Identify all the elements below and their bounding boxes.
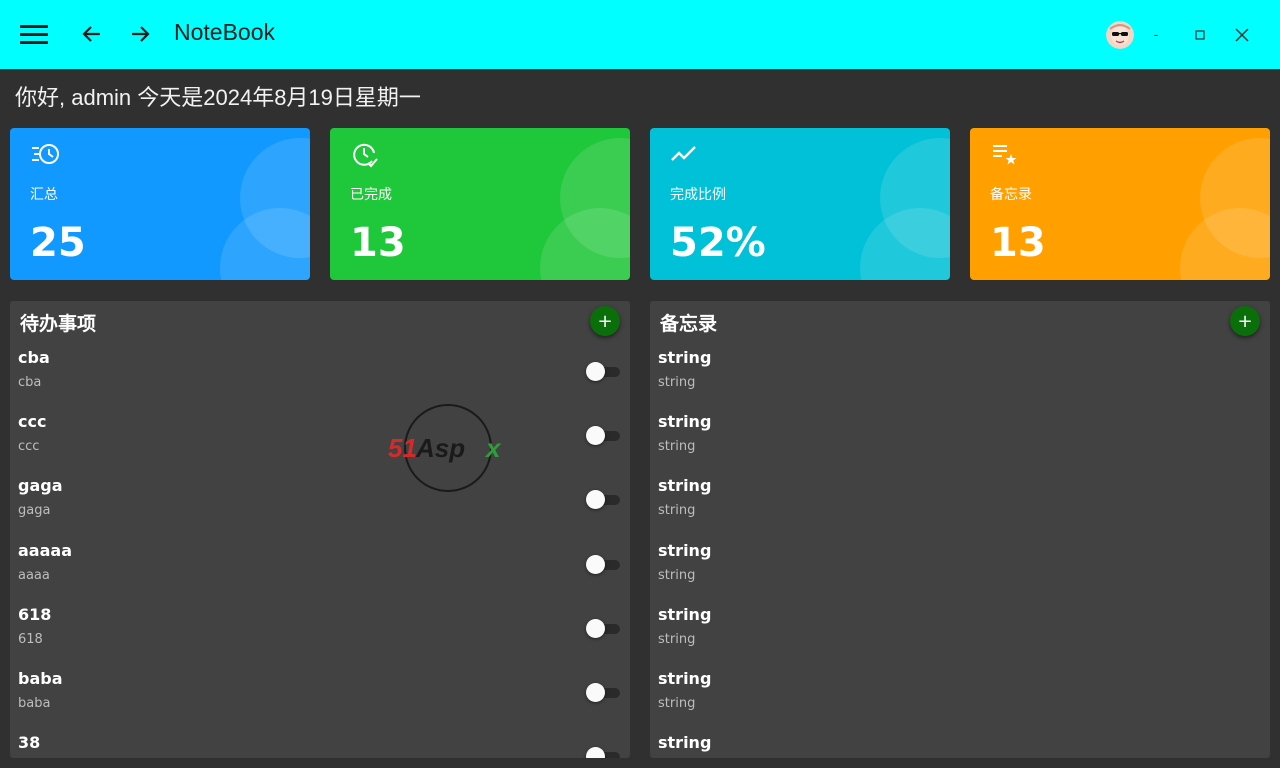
memo-item[interactable]: string string <box>650 348 1270 412</box>
app-title: NoteBook <box>174 19 276 45</box>
todo-content: ccc <box>18 439 40 455</box>
todo-item[interactable]: 618 618 <box>10 605 630 669</box>
todo-title: aaaaa <box>18 540 72 560</box>
todo-item[interactable]: ccc ccc <box>10 412 630 476</box>
todo-title: 38 <box>18 733 41 753</box>
maximize-button[interactable] <box>1185 20 1215 50</box>
todo-title: cba <box>18 348 50 367</box>
memo-item[interactable]: string string <box>650 412 1270 476</box>
todo-title: 618 <box>18 604 52 624</box>
stat-card-total[interactable]: 汇总 25 <box>10 128 310 280</box>
todo-title: ccc <box>18 412 47 432</box>
memo-title: string <box>658 733 712 753</box>
user-avatar-icon <box>1106 21 1134 49</box>
memo-item[interactable]: string string <box>650 605 1270 669</box>
memo-list: string string string string string strin… <box>650 348 1270 758</box>
todo-status-toggle[interactable] <box>586 490 620 510</box>
memo-title: string <box>658 540 712 560</box>
todo-item[interactable]: 38 <box>10 733 630 758</box>
stat-label: 完成比例 <box>670 187 726 203</box>
forward-button[interactable] <box>120 14 160 54</box>
stat-label: 汇总 <box>30 187 58 203</box>
watermark-logo: 51 Asp x <box>388 404 502 492</box>
stat-value: 13 <box>350 220 406 266</box>
stat-label: 备忘录 <box>990 187 1032 203</box>
todo-panel-title: 待办事项 <box>20 313 97 335</box>
todo-list: cba cba ccc ccc gaga gaga aaaaa aaaa 618… <box>10 348 630 758</box>
memo-title: string <box>658 348 712 367</box>
todo-panel: 待办事项 + cba cba ccc ccc gaga gaga aaaaa a… <box>10 301 630 758</box>
memo-item[interactable]: string string <box>650 669 1270 733</box>
todo-title: gaga <box>18 476 63 496</box>
arrow-right-icon <box>132 26 150 42</box>
close-icon <box>1235 28 1249 42</box>
svg-text:51: 51 <box>388 433 417 463</box>
todo-item[interactable]: baba baba <box>10 669 630 733</box>
maximize-icon <box>1195 30 1205 40</box>
app-header: NoteBook - <box>0 0 1280 69</box>
card-decoration <box>220 208 310 280</box>
stat-card-ratio[interactable]: 完成比例 52% <box>650 128 950 280</box>
todo-item[interactable]: gaga gaga <box>10 476 630 540</box>
playlist-star-icon <box>993 145 1017 165</box>
card-decoration <box>540 208 630 280</box>
memo-content: string <box>658 567 696 583</box>
memo-content: string <box>658 375 696 390</box>
memo-panel-title: 备忘录 <box>660 313 718 335</box>
todo-item[interactable]: cba cba <box>10 348 630 412</box>
stat-card-completed[interactable]: 已完成 13 <box>330 128 630 280</box>
todo-item[interactable]: aaaaa aaaa <box>10 541 630 605</box>
todo-title: baba <box>18 668 63 688</box>
todo-content: baba <box>18 695 51 711</box>
clock-check-icon <box>353 143 378 168</box>
memo-item[interactable]: string <box>650 733 1270 758</box>
minimize-label: - <box>1153 27 1159 43</box>
menu-button[interactable] <box>14 14 54 54</box>
memo-item[interactable]: string string <box>650 476 1270 540</box>
todo-status-toggle[interactable] <box>586 362 620 381</box>
stat-value: 25 <box>30 220 86 266</box>
todo-status-toggle[interactable] <box>586 747 620 758</box>
close-button[interactable] <box>1227 20 1257 50</box>
arrow-left-icon <box>82 26 100 42</box>
todo-status-toggle[interactable] <box>586 554 620 574</box>
minimize-button[interactable]: - <box>1141 20 1171 50</box>
add-memo-button[interactable]: + <box>1230 306 1260 336</box>
memo-content: string <box>658 439 696 455</box>
memo-title: string <box>658 668 712 688</box>
memo-content: string <box>658 631 696 647</box>
plus-icon: + <box>597 310 613 332</box>
stat-value: 13 <box>990 220 1046 266</box>
memo-title: string <box>658 604 712 624</box>
avatar[interactable] <box>1106 21 1134 49</box>
add-todo-button[interactable]: + <box>590 306 620 336</box>
svg-text:x: x <box>484 433 502 463</box>
memo-title: string <box>658 476 712 496</box>
svg-text:Asp: Asp <box>415 433 465 463</box>
todo-status-toggle[interactable] <box>586 618 620 638</box>
todo-content: 618 <box>18 631 43 647</box>
history-list-icon <box>32 144 59 164</box>
todo-status-toggle[interactable] <box>586 426 620 446</box>
memo-item[interactable]: string string <box>650 541 1270 605</box>
stat-card-memos[interactable]: 备忘录 13 <box>970 128 1270 280</box>
memo-content: string <box>658 695 696 711</box>
memo-panel: 备忘录 + string string string string string… <box>650 301 1270 758</box>
card-decoration <box>1180 208 1270 280</box>
todo-content: gaga <box>18 503 51 519</box>
memo-content: string <box>658 503 696 519</box>
memo-title: string <box>658 412 712 432</box>
todo-content: aaaa <box>18 567 50 583</box>
plus-icon: + <box>1237 310 1253 332</box>
todo-content: cba <box>18 375 42 390</box>
todo-status-toggle[interactable] <box>586 682 620 702</box>
back-button[interactable] <box>72 14 112 54</box>
card-decoration <box>860 208 950 280</box>
greeting-text: 你好, admin 今天是2024年8月19日星期一 <box>15 85 421 110</box>
stat-value: 52% <box>670 220 766 266</box>
hamburger-icon <box>20 25 48 44</box>
stat-label: 已完成 <box>350 187 392 203</box>
trending-up-icon <box>671 146 696 161</box>
